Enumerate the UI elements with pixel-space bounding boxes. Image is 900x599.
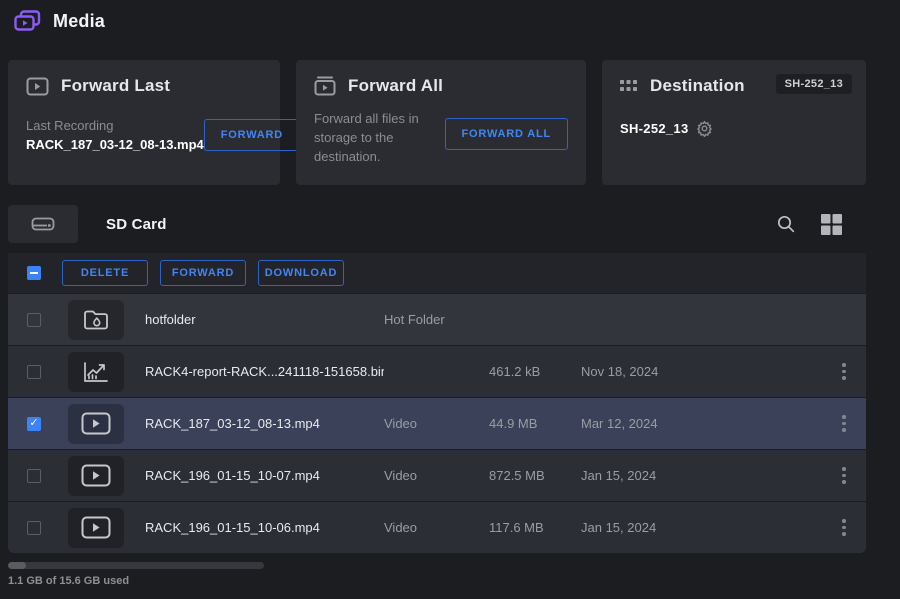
file-date: Nov 18, 2024	[581, 364, 822, 379]
last-recording-label: Last Recording	[26, 118, 204, 133]
file-type: Video	[384, 520, 489, 535]
storage-drive-button[interactable]	[8, 205, 78, 243]
page-header: Media	[14, 10, 105, 33]
file-size: 44.9 MB	[489, 416, 581, 431]
video-file-icon	[81, 412, 111, 435]
video-file-icon	[81, 464, 111, 487]
table-row[interactable]: RACK4-report-RACK...241118-151658.bin 46…	[8, 345, 866, 397]
file-name: RACK4-report-RACK...241118-151658.bin	[145, 364, 384, 379]
forward-all-description: Forward all files in storage to the dest…	[314, 110, 445, 167]
select-all-checkbox[interactable]	[27, 266, 41, 280]
file-thumbnail	[68, 508, 124, 548]
file-date: Jan 15, 2024	[581, 468, 822, 483]
forward-all-button[interactable]: FORWARD ALL	[445, 118, 568, 150]
storage-usage-text: 1.1 GB of 15.6 GB used	[8, 575, 264, 587]
row-checkbox[interactable]: ✓	[27, 417, 41, 431]
forward-last-title: Forward Last	[61, 76, 170, 96]
row-menu-button[interactable]	[822, 467, 866, 484]
file-size: 872.5 MB	[489, 468, 581, 483]
row-menu-button[interactable]	[822, 415, 866, 432]
grid-view-icon	[821, 214, 842, 235]
delete-button[interactable]: DELETE	[62, 260, 148, 286]
file-table: DELETE FORWARD DOWNLOAD hotfolder Hot Fo…	[8, 253, 866, 553]
gear-icon[interactable]	[696, 120, 713, 137]
file-thumbnail	[68, 456, 124, 496]
row-menu-button[interactable]	[822, 363, 866, 380]
row-checkbox[interactable]	[27, 469, 41, 483]
search-icon	[777, 215, 795, 233]
destination-value: SH-252_13	[620, 121, 688, 136]
table-row[interactable]: ✓ RACK_187_03-12_08-13.mp4 Video 44.9 MB…	[8, 397, 866, 449]
file-size: 117.6 MB	[489, 520, 581, 535]
forward-selected-button[interactable]: FORWARD	[160, 260, 246, 286]
table-row[interactable]: hotfolder Hot Folder	[8, 293, 866, 345]
file-type: Video	[384, 468, 489, 483]
file-size: 461.2 kB	[489, 364, 581, 379]
video-file-icon	[81, 516, 111, 539]
last-recording-filename: RACK_187_03-12_08-13.mp4	[26, 137, 204, 152]
file-thumbnail	[68, 404, 124, 444]
file-date: Jan 15, 2024	[581, 520, 822, 535]
destination-badge: SH-252_13	[776, 74, 852, 94]
file-thumbnail	[68, 300, 124, 340]
storage-source-bar: SD Card	[8, 205, 866, 243]
storage-usage-bar	[8, 562, 264, 569]
last-recording-block: Last Recording RACK_187_03-12_08-13.mp4	[26, 118, 204, 152]
media-icon	[14, 10, 41, 33]
file-name: RACK_187_03-12_08-13.mp4	[145, 416, 384, 431]
download-button[interactable]: DOWNLOAD	[258, 260, 344, 286]
media-page: Media Forward Last Last Recording RACK_1…	[0, 0, 900, 599]
storage-usage-bar-fill	[8, 562, 26, 569]
storage-usage: 1.1 GB of 15.6 GB used	[8, 562, 264, 587]
destination-card: Destination SH-252_13 SH-252_13	[602, 60, 866, 185]
play-rect-icon	[26, 77, 49, 96]
hot-folder-icon	[83, 309, 109, 331]
row-checkbox[interactable]	[27, 521, 41, 535]
sd-card-icon	[31, 215, 55, 233]
file-type: Video	[384, 416, 489, 431]
row-checkbox[interactable]	[27, 365, 41, 379]
destination-grid-icon	[620, 80, 638, 92]
chart-file-icon	[83, 361, 109, 383]
forward-all-card: Forward All Forward all files in storage…	[296, 60, 586, 185]
selection-toolbar: DELETE FORWARD DOWNLOAD	[8, 253, 866, 293]
file-thumbnail	[68, 352, 124, 392]
destination-title: Destination	[650, 76, 745, 96]
table-row[interactable]: RACK_196_01-15_10-06.mp4 Video 117.6 MB …	[8, 501, 866, 553]
table-row[interactable]: RACK_196_01-15_10-07.mp4 Video 872.5 MB …	[8, 449, 866, 501]
file-type: Hot Folder	[384, 312, 489, 327]
forward-all-icon	[314, 76, 336, 96]
forward-last-card: Forward Last Last Recording RACK_187_03-…	[8, 60, 280, 185]
search-button[interactable]	[777, 215, 795, 233]
forward-button[interactable]: FORWARD	[204, 119, 300, 151]
file-name: RACK_196_01-15_10-06.mp4	[145, 520, 384, 535]
row-menu-button[interactable]	[822, 519, 866, 536]
file-name: RACK_196_01-15_10-07.mp4	[145, 468, 384, 483]
forward-all-title: Forward All	[348, 76, 443, 96]
file-date: Mar 12, 2024	[581, 416, 822, 431]
grid-view-button[interactable]	[821, 214, 842, 235]
row-checkbox[interactable]	[27, 313, 41, 327]
file-name: hotfolder	[145, 312, 384, 327]
storage-source-title: SD Card	[106, 216, 167, 233]
cards-row: Forward Last Last Recording RACK_187_03-…	[8, 60, 866, 185]
page-title: Media	[53, 11, 105, 32]
